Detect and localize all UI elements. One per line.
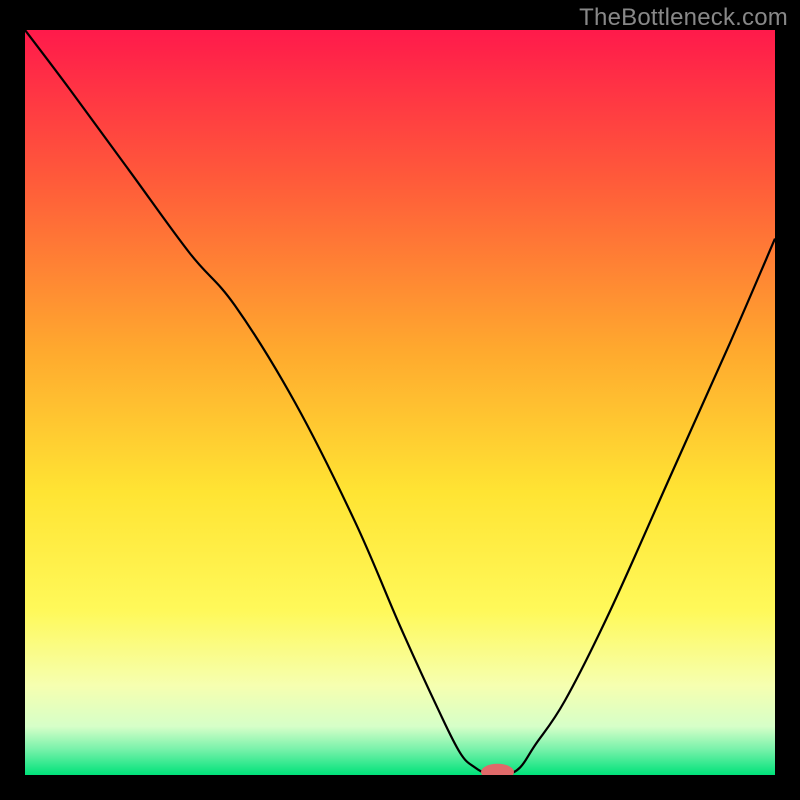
watermark-label: TheBottleneck.com [579, 4, 788, 32]
bottleneck-chart [25, 30, 775, 775]
chart-frame: TheBottleneck.com [0, 0, 800, 800]
plot-area [25, 30, 775, 775]
gradient-background [25, 30, 775, 775]
